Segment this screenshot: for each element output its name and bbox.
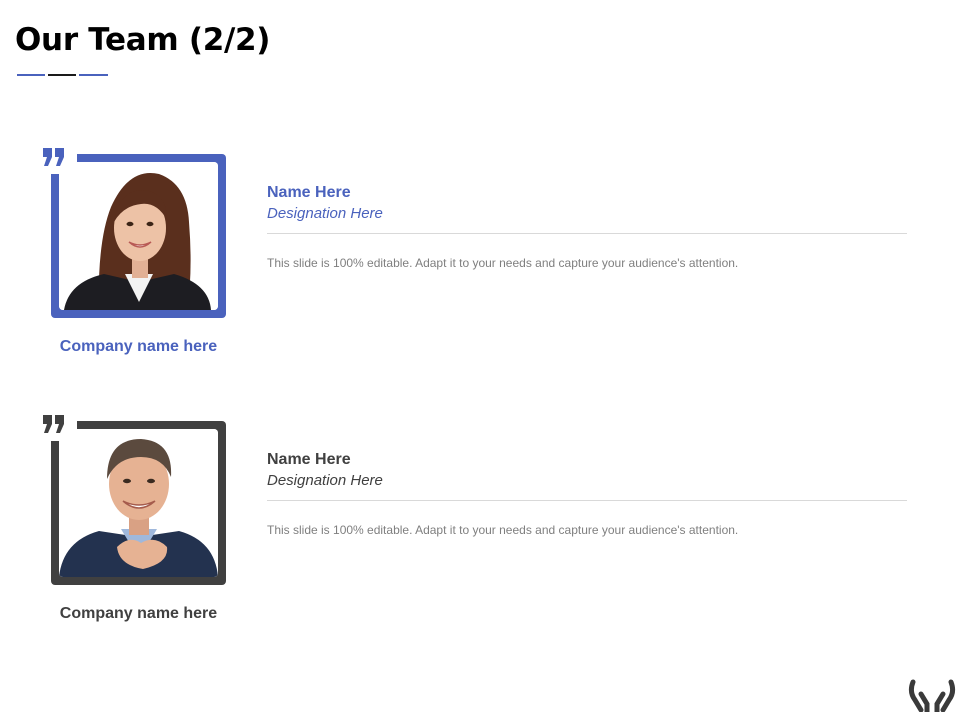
member-description: This slide is 100% editable. Adapt it to…: [267, 523, 739, 537]
divider-line: [267, 233, 907, 234]
member-photo: [59, 162, 218, 310]
team-member-card-2: Company name here Name Here Designation …: [0, 411, 960, 651]
underline-segment-middle: [48, 74, 76, 76]
member-photo: [59, 429, 218, 577]
hands-icon: [908, 679, 956, 712]
company-name: Company name here: [59, 605, 218, 622]
member-description: This slide is 100% editable. Adapt it to…: [267, 256, 739, 270]
photo-frame: [51, 154, 226, 318]
quote-icon: [43, 415, 64, 433]
member-name: Name Here: [267, 184, 351, 201]
woman-portrait-image: [59, 162, 218, 310]
man-portrait-image: [59, 429, 218, 577]
quote-badge: [40, 144, 77, 174]
photo-frame: [51, 421, 226, 585]
quote-icon: [43, 148, 64, 166]
member-designation: Designation Here: [267, 205, 383, 222]
team-member-card-1: Company name here Name Here Designation …: [0, 144, 960, 384]
quote-badge: [40, 411, 77, 441]
underline-segment-left: [17, 74, 45, 76]
underline-segment-right: [79, 74, 108, 76]
member-name: Name Here: [267, 451, 351, 468]
member-designation: Designation Here: [267, 472, 383, 489]
slide-title: Our Team (2/2): [15, 22, 271, 58]
company-name: Company name here: [59, 338, 218, 355]
divider-line: [267, 500, 907, 501]
